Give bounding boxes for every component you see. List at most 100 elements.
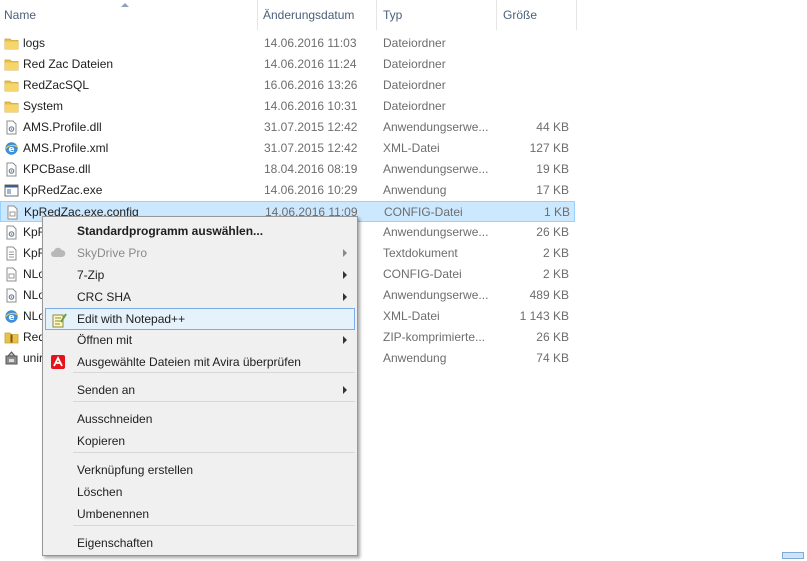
column-divider[interactable] [576, 0, 577, 30]
file-name: System [23, 99, 64, 113]
menu-item-label: Edit with Notepad++ [77, 312, 186, 326]
file-date: 14.06.2016 10:29 [264, 183, 358, 197]
file-row[interactable]: AMS.Profile.dll 31.07.2015 12:42 Anwendung… [0, 117, 575, 138]
menu-item-ausgewählte-dateien-mit-avira-überprüfen[interactable]: Ausgewählte Dateien mit Avira überprüfen [45, 351, 355, 373]
file-row[interactable]: RedZacSQL 16.06.2016 13:26 Dateiordner [0, 75, 575, 96]
file-row[interactable]: KpRedZac.exe 14.06.2016 10:29 Anwendung 17 … [0, 180, 575, 201]
xml-file-icon: e [4, 309, 19, 324]
file-date: 16.06.2016 13:26 [264, 78, 358, 92]
submenu-arrow-icon [343, 386, 347, 394]
menu-item-edit-with-notepad[interactable]: Edit with Notepad++ [45, 308, 355, 330]
column-type-header[interactable]: Typ [383, 0, 402, 30]
config-file-icon [5, 205, 20, 220]
avira-icon [50, 354, 66, 370]
menu-item-senden-an[interactable]: Senden an [45, 379, 355, 401]
text-file-icon [4, 246, 19, 261]
file-size: 17 KB [536, 183, 569, 197]
file-size: 74 KB [536, 351, 569, 365]
menu-item-öffnen-mit[interactable]: Öffnen mit [45, 329, 355, 351]
submenu-arrow-icon [343, 293, 347, 301]
menu-item-label: Ausgewählte Dateien mit Avira überprüfen [77, 355, 301, 369]
zip-file-icon [4, 330, 19, 345]
submenu-arrow-icon [343, 336, 347, 344]
file-type: Dateiordner [383, 57, 446, 71]
file-type: Anwendungserwe... [383, 225, 489, 239]
file-date: 18.04.2016 08:19 [264, 162, 358, 176]
menu-item-label: CRC SHA [77, 290, 132, 304]
file-type: Anwendungserwe... [383, 162, 489, 176]
menu-item-eigenschaften[interactable]: Eigenschaften [45, 532, 355, 554]
menu-item-kopieren[interactable]: Kopieren [45, 430, 355, 452]
file-size [495, 33, 569, 54]
file-size: 2 KB [542, 267, 569, 281]
column-date-header[interactable]: Änderungsdatum [263, 0, 354, 30]
menu-item-crc-sha[interactable]: CRC SHA [45, 286, 355, 308]
file-size [495, 75, 569, 96]
file-size: 489 KB [529, 288, 569, 302]
xml-file-icon: e [4, 141, 19, 156]
file-type: XML-Datei [383, 309, 440, 323]
file-name: KPCBase.dll [23, 162, 91, 176]
file-type: Anwendungserwe... [383, 120, 489, 134]
menu-item-label: Ausschneiden [77, 412, 153, 426]
file-size: 2 KB [542, 246, 569, 260]
submenu-arrow-icon [343, 271, 347, 279]
menu-separator [73, 452, 355, 453]
dll-file-icon [4, 288, 19, 303]
file-type: XML-Datei [383, 141, 440, 155]
menu-item-ausschneiden[interactable]: Ausschneiden [45, 408, 355, 430]
menu-item-label: Standardprogramm auswählen... [77, 224, 264, 238]
file-name: Red Zac Dateien [23, 57, 114, 71]
menu-item-label: Verknüpfung erstellen [77, 463, 194, 477]
column-name-header[interactable]: Name [4, 0, 36, 30]
file-row[interactable]: e AMS.Profile.xml 31.07.2015 12:42 XML-Date… [0, 138, 575, 159]
file-type: CONFIG-Datei [383, 267, 462, 281]
file-type: Anwendung [383, 183, 447, 197]
sort-ascending-icon [121, 3, 129, 7]
column-divider[interactable] [257, 0, 258, 30]
file-type: Textdokument [383, 246, 458, 260]
file-size [495, 54, 569, 75]
file-name: KpRedZac.exe [23, 183, 103, 197]
file-date: 14.06.2016 11:24 [264, 57, 357, 71]
file-type: Dateiordner [383, 99, 446, 113]
menu-item-label: Löschen [77, 485, 123, 499]
file-date: 31.07.2015 12:42 [264, 141, 358, 155]
menu-item-umbenennen[interactable]: Umbenennen [45, 503, 355, 525]
notepadpp-icon [51, 312, 67, 328]
file-size: 1 KB [543, 205, 570, 219]
file-row[interactable]: Red Zac Dateien 14.06.2016 11:24 Dateiordn… [0, 54, 575, 75]
menu-item-standardprogramm-auswählen[interactable]: Standardprogramm auswählen... [45, 220, 355, 242]
menu-item-label: Eigenschaften [77, 536, 154, 550]
file-name: AMS.Profile.xml [23, 141, 109, 155]
file-row[interactable]: KPCBase.dll 18.04.2016 08:19 Anwendungserw… [0, 159, 575, 180]
dll-file-icon [4, 225, 19, 240]
file-type: Anwendungserwe... [383, 288, 489, 302]
dll-file-icon [4, 120, 19, 135]
menu-item-verknüpfung-erstellen[interactable]: Verknüpfung erstellen [45, 459, 355, 481]
menu-item-löschen[interactable]: Löschen [45, 481, 355, 503]
menu-item-7-zip[interactable]: 7-Zip [45, 264, 355, 286]
file-row[interactable]: logs 14.06.2016 11:03 Dateiordner [0, 33, 575, 54]
file-type: CONFIG-Datei [384, 205, 463, 219]
file-date: 14.06.2016 10:31 [264, 99, 358, 113]
folder-icon [4, 78, 19, 93]
folder-icon [4, 36, 19, 51]
menu-item-label: SkyDrive Pro [77, 246, 148, 260]
menu-item-label: Senden an [77, 383, 136, 397]
file-size: 44 KB [536, 120, 569, 134]
file-type: Dateiordner [383, 78, 446, 92]
file-type: ZIP-komprimierte... [383, 330, 486, 344]
file-row[interactable]: System 14.06.2016 10:31 Dateiordner [0, 96, 575, 117]
file-size: 1 143 KB [519, 309, 569, 323]
file-type: Dateiordner [383, 36, 446, 50]
column-divider[interactable] [496, 0, 497, 30]
column-divider[interactable] [376, 0, 377, 30]
context-menu: Standardprogramm auswählen... SkyDrive Pr… [42, 216, 358, 556]
file-name: logs [23, 36, 46, 50]
submenu-arrow-icon [343, 249, 347, 257]
menu-item-skydrive-pro[interactable]: SkyDrive Pro [45, 242, 355, 264]
file-date: 14.06.2016 11:03 [264, 36, 357, 50]
column-size-header[interactable]: Größe [503, 0, 537, 30]
file-size: 26 KB [536, 225, 569, 239]
